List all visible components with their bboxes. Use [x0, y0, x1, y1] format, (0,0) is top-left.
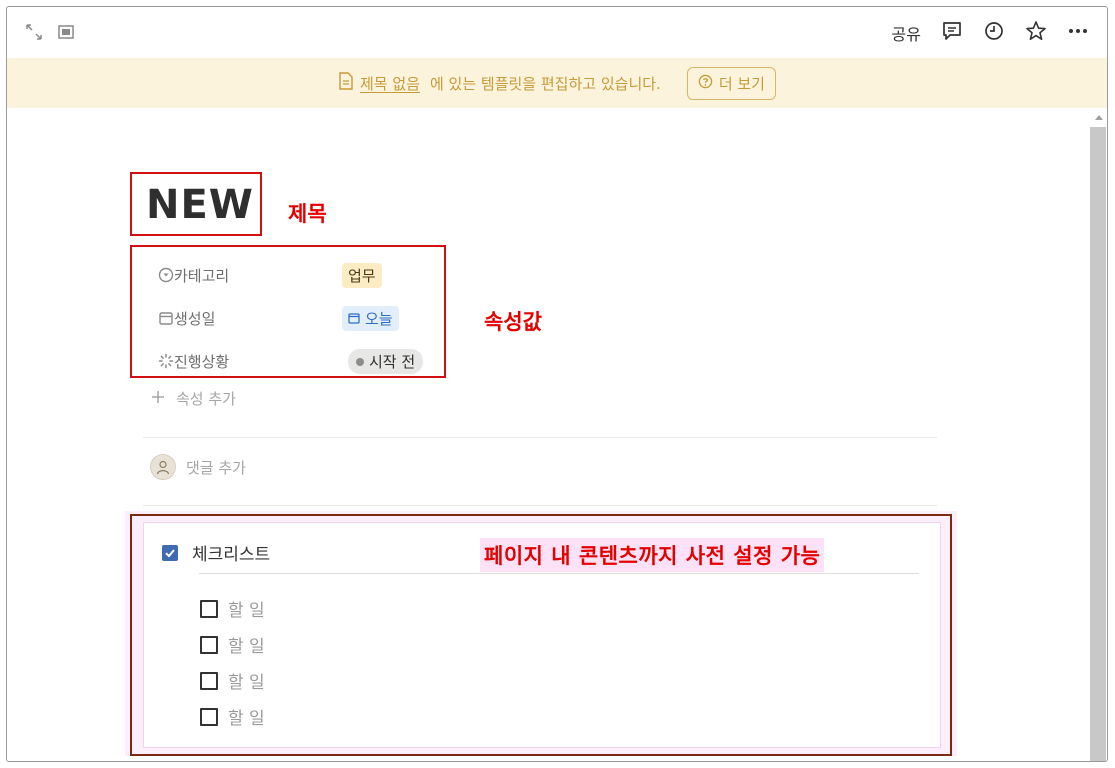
- scroll-up-arrow-icon[interactable]: [1095, 115, 1103, 120]
- checklist-underline: [199, 573, 919, 574]
- todo-label[interactable]: 할 일: [228, 596, 265, 621]
- status-dot-icon: [356, 357, 364, 366]
- todo-label[interactable]: 할 일: [228, 704, 265, 729]
- checkbox-icon[interactable]: [200, 635, 218, 654]
- checkbox-icon[interactable]: [200, 671, 218, 690]
- select-icon: [158, 267, 174, 287]
- page-title[interactable]: NEW: [146, 182, 254, 228]
- top-bar: 공유: [7, 7, 1107, 57]
- calendar-small-icon: [348, 310, 360, 328]
- property-name-status: 진행상황: [174, 353, 230, 371]
- expand-icon[interactable]: [25, 23, 43, 45]
- status-value-label: 시작 전: [369, 353, 416, 371]
- todo-item[interactable]: 할 일: [200, 668, 265, 693]
- add-comment-button[interactable]: 댓글 추가: [150, 454, 246, 480]
- status-value-pill[interactable]: 시작 전: [348, 349, 424, 374]
- share-button[interactable]: 공유: [892, 21, 921, 45]
- todo-item[interactable]: 할 일: [200, 704, 265, 729]
- properties-annotation: 속성값: [484, 310, 542, 334]
- checkbox-icon[interactable]: [200, 599, 218, 618]
- checkbox-icon[interactable]: [200, 707, 218, 726]
- calendar-icon: [158, 310, 174, 330]
- property-name-created: 생성일: [174, 310, 216, 328]
- properties-divider: [143, 437, 937, 438]
- category-value-tag[interactable]: 업무: [342, 263, 382, 288]
- created-value-tag[interactable]: 오늘: [342, 306, 399, 331]
- checklist-header[interactable]: 체크리스트: [162, 540, 270, 565]
- add-property-button[interactable]: 속성 추가: [150, 388, 236, 409]
- add-property-label: 속성 추가: [176, 390, 236, 408]
- more-icon[interactable]: [1067, 20, 1089, 46]
- plus-icon: [150, 389, 166, 409]
- learn-more-label: 더 보기: [718, 74, 765, 93]
- clock-icon[interactable]: [983, 20, 1005, 46]
- todo-label[interactable]: 할 일: [228, 632, 265, 657]
- todo-label[interactable]: 할 일: [228, 668, 265, 693]
- comment-divider: [143, 505, 937, 506]
- page-icon: [338, 72, 354, 94]
- sidebar-peek-icon[interactable]: [57, 23, 75, 45]
- todo-item[interactable]: 할 일: [200, 596, 265, 621]
- comment-icon[interactable]: [941, 20, 963, 46]
- add-comment-label: 댓글 추가: [186, 458, 246, 477]
- todo-item[interactable]: 할 일: [200, 632, 265, 657]
- scrollbar-thumb[interactable]: [1090, 127, 1106, 761]
- content-annotation: 페이지 내 콘텐츠까지 사전 설정 가능: [480, 538, 825, 572]
- checked-checkbox-icon[interactable]: [162, 544, 178, 561]
- title-annotation: 제목: [288, 202, 327, 226]
- help-icon: [698, 74, 713, 93]
- template-page-link[interactable]: 제목 없음: [360, 73, 420, 94]
- status-icon: [158, 353, 174, 373]
- template-banner: 제목 없음 에 있는 템플릿을 편집하고 있습니다. 더 보기: [7, 58, 1107, 108]
- checklist-title[interactable]: 체크리스트: [192, 540, 270, 565]
- property-name-category: 카테고리: [174, 267, 230, 285]
- created-value-label: 오늘: [365, 310, 393, 328]
- banner-message: 에 있는 템플릿을 편집하고 있습니다.: [429, 74, 661, 93]
- learn-more-button[interactable]: 더 보기: [686, 66, 776, 100]
- star-icon[interactable]: [1025, 20, 1047, 46]
- avatar: [150, 454, 176, 480]
